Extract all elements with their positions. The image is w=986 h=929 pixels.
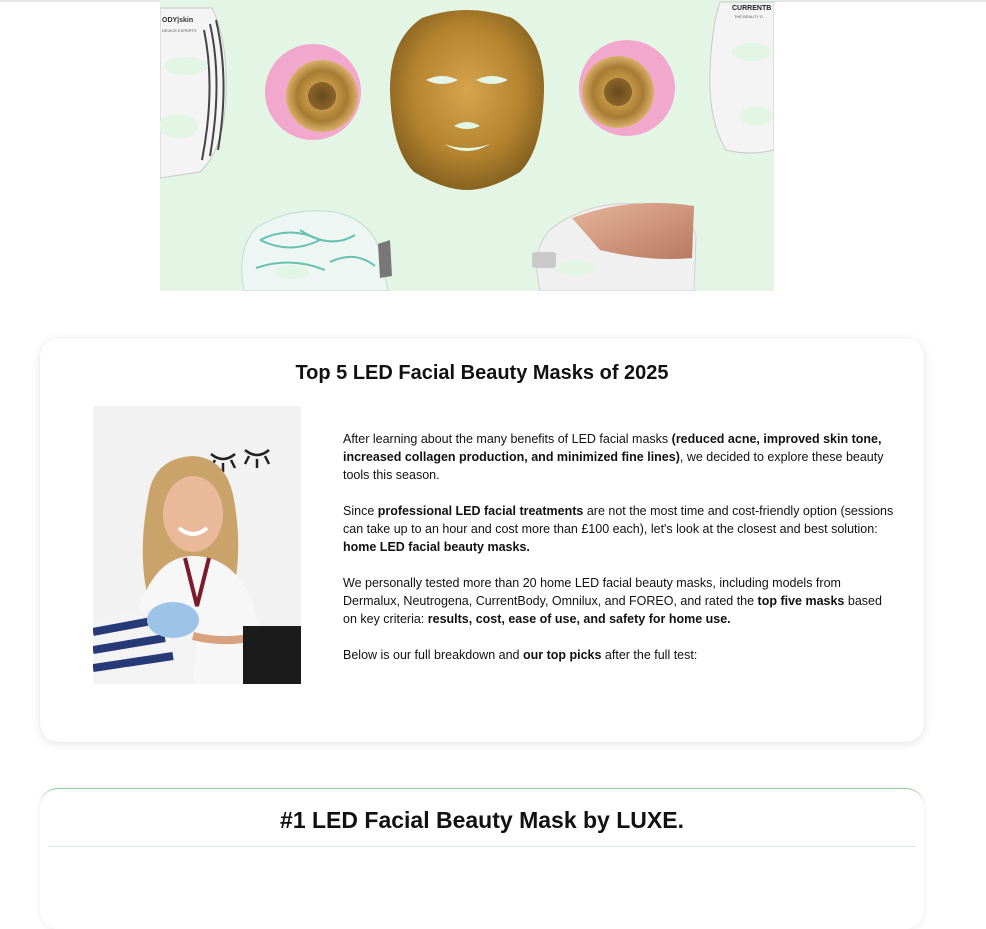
text-run: Since bbox=[343, 504, 378, 518]
brand-right-line1: CURRENTB bbox=[732, 5, 771, 12]
hero-image: ODY|skin DEVICE EXPERTS CURRENTB THE BEA… bbox=[160, 0, 774, 291]
intro-title: Top 5 LED Facial Beauty Masks of 2025 bbox=[295, 362, 669, 384]
brand-left-line2: DEVICE EXPERTS bbox=[162, 28, 197, 33]
brand-right-line2: THE BEAUTY D bbox=[734, 14, 763, 19]
gold-mask-center bbox=[389, 10, 545, 190]
text-run: after the full test: bbox=[601, 648, 698, 662]
intro-paragraph-3: We personally tested more than 20 home L… bbox=[343, 574, 899, 628]
bold-phrase: results, cost, ease of use, and safety f… bbox=[427, 612, 731, 626]
bold-phrase: top five masks bbox=[757, 594, 845, 608]
product-title: #1 LED Facial Beauty Mask by LUXE. bbox=[280, 807, 684, 833]
intro-paragraph-1: After learning about the many benefits o… bbox=[343, 430, 899, 484]
intro-paragraph-2: Since professional LED facial treatments… bbox=[343, 502, 899, 556]
intro-paragraph-4: Below is our full breakdown and our top … bbox=[343, 646, 899, 664]
white-mask-right: CURRENTB THE BEAUTY D bbox=[709, 1, 774, 154]
pink-device-left bbox=[265, 44, 361, 140]
brand-left-line1: ODY|skin bbox=[162, 17, 193, 24]
intro-text: After learning about the many benefits o… bbox=[343, 430, 899, 682]
product-card: #1 LED Facial Beauty Mask by LUXE. bbox=[40, 788, 924, 929]
text-run: Below is our full breakdown and bbox=[343, 648, 523, 662]
bold-phrase: our top picks bbox=[522, 648, 602, 662]
bold-phrase: professional LED facial treatments bbox=[377, 504, 584, 518]
author-photo bbox=[93, 406, 301, 684]
product-divider bbox=[48, 846, 916, 847]
text-run: After learning about the many benefits o… bbox=[343, 432, 672, 446]
pink-device-right bbox=[579, 40, 675, 136]
intro-card: Top 5 LED Facial Beauty Masks of 2025 Af… bbox=[40, 338, 924, 742]
bold-phrase: home LED facial beauty masks. bbox=[343, 540, 530, 554]
